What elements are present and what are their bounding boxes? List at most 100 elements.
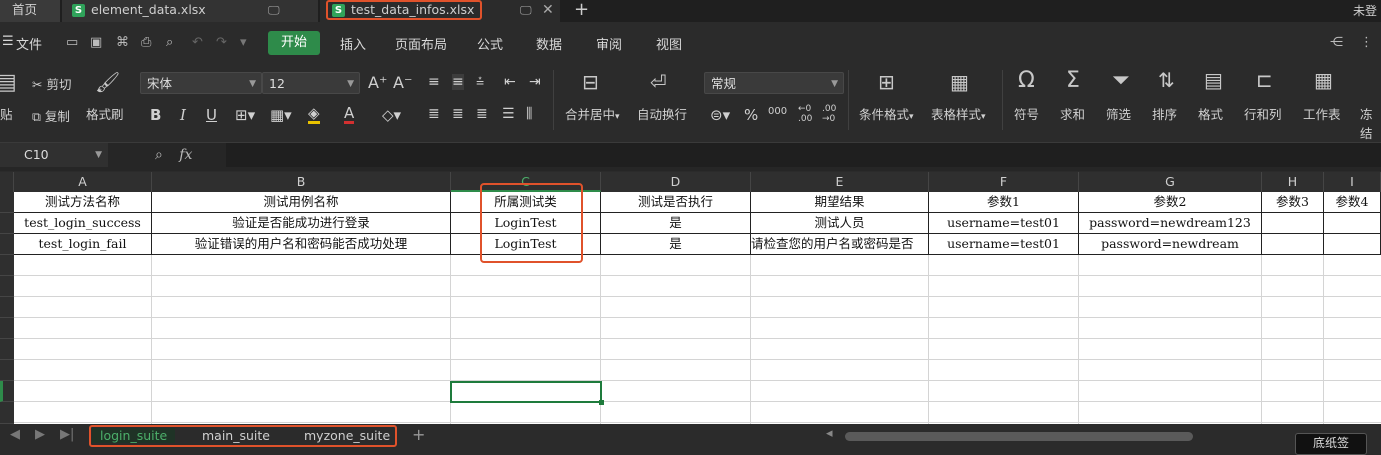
row-header-active[interactable] bbox=[0, 381, 14, 402]
align-top-icon[interactable]: ≡ bbox=[428, 74, 440, 90]
paste-button[interactable]: 贴 bbox=[0, 104, 13, 123]
increase-font-icon[interactable]: A⁺ bbox=[368, 73, 387, 92]
save-icon[interactable]: ▣ bbox=[90, 35, 102, 50]
cell-h3[interactable] bbox=[1262, 234, 1324, 255]
cell-f1[interactable]: 参数1 bbox=[929, 192, 1079, 213]
menu-formula[interactable]: 公式 bbox=[477, 34, 503, 53]
border-icon[interactable]: ⊞▾ bbox=[235, 106, 255, 124]
align-left-icon[interactable]: ≣ bbox=[428, 106, 440, 122]
symbol-button[interactable]: 符号 bbox=[1014, 104, 1039, 123]
row-header[interactable] bbox=[0, 297, 14, 318]
fill-color-icon[interactable]: ◈ bbox=[308, 106, 320, 124]
cell-a2[interactable]: test_login_success bbox=[14, 213, 152, 234]
cut-button[interactable]: ✂ 剪切 bbox=[32, 74, 71, 93]
brush-icon[interactable]: 🖌 bbox=[95, 70, 120, 94]
indent-decrease-icon[interactable]: ⇤ bbox=[504, 74, 516, 90]
distribute-icon[interactable]: ⫼ bbox=[526, 106, 532, 122]
print-icon[interactable]: ⎙ bbox=[141, 35, 151, 50]
font-size-select[interactable]: 12 ▼ bbox=[262, 72, 360, 94]
conditional-format-icon[interactable]: ⊞ bbox=[878, 70, 895, 94]
menu-page-layout[interactable]: 页面布局 bbox=[395, 34, 447, 53]
column-header-b[interactable]: B bbox=[152, 172, 451, 192]
cell-i1[interactable]: 参数4 bbox=[1324, 192, 1381, 213]
wrap-text-button[interactable]: 自动换行 bbox=[637, 104, 687, 123]
open-icon[interactable]: ▭ bbox=[66, 35, 78, 50]
hamburger-icon[interactable]: ☰ bbox=[2, 34, 14, 49]
row-header[interactable] bbox=[0, 360, 14, 381]
merge-center-button[interactable]: 合并居中▾ bbox=[565, 104, 620, 123]
row-header[interactable] bbox=[0, 402, 14, 424]
redo-icon[interactable]: ↷ bbox=[216, 35, 227, 50]
cell-g2[interactable]: password=newdream123 bbox=[1079, 213, 1262, 234]
underline-button[interactable]: U bbox=[206, 106, 217, 124]
increase-decimal-icon[interactable]: ←0.00 bbox=[798, 104, 812, 124]
share-link-icon[interactable]: ⌘ bbox=[116, 35, 129, 50]
cell-e3[interactable]: 请检查您的用户名或密码是否 bbox=[751, 234, 929, 255]
cell-i3[interactable] bbox=[1324, 234, 1381, 255]
dropdown-icon[interactable]: ▾ bbox=[240, 35, 247, 50]
tab-home[interactable]: 首页 bbox=[0, 0, 60, 22]
currency-icon[interactable]: ⊜▾ bbox=[710, 106, 730, 124]
font-name-select[interactable]: 宋体 ▼ bbox=[140, 72, 262, 94]
bottom-button[interactable]: 底纸签 bbox=[1295, 433, 1367, 455]
wrap-icon[interactable]: ⏎ bbox=[650, 70, 667, 94]
formula-input[interactable] bbox=[226, 143, 1381, 167]
tab-element-data[interactable]: Selement_data.xlsx 🖵 bbox=[62, 0, 318, 22]
row-header[interactable] bbox=[0, 255, 14, 276]
align-right-icon[interactable]: ≣ bbox=[476, 106, 488, 122]
format-button[interactable]: 格式 bbox=[1198, 104, 1223, 123]
monitor-icon[interactable]: 🖵 bbox=[520, 0, 532, 20]
cell-b2[interactable]: 验证是否能成功进行登录 bbox=[152, 213, 451, 234]
close-icon[interactable]: ✕ bbox=[542, 0, 554, 20]
first-sheet-icon[interactable]: ◀ bbox=[10, 427, 20, 442]
cell-e1[interactable]: 期望结果 bbox=[751, 192, 929, 213]
table-style-button[interactable]: 表格样式▾ bbox=[931, 104, 986, 123]
horizontal-scrollbar[interactable] bbox=[845, 432, 1193, 441]
decrease-font-icon[interactable]: A⁻ bbox=[393, 73, 412, 92]
share-icon[interactable]: ⋲ bbox=[1330, 35, 1343, 50]
justify-icon[interactable]: ☰ bbox=[502, 106, 515, 122]
sigma-icon[interactable]: Σ bbox=[1066, 68, 1080, 93]
align-center-icon[interactable]: ≣ bbox=[452, 106, 464, 122]
column-header-a[interactable]: A bbox=[14, 172, 152, 192]
cell-a1[interactable]: 测试方法名称 bbox=[14, 192, 152, 213]
format-painter-button[interactable]: 格式刷 bbox=[86, 104, 124, 123]
cell-f2[interactable]: username=test01 bbox=[929, 213, 1079, 234]
row-header[interactable] bbox=[0, 234, 14, 255]
cell-b3[interactable]: 验证错误的用户名和密码能否成功处理 bbox=[152, 234, 451, 255]
new-tab-icon[interactable]: + bbox=[574, 0, 589, 20]
cell-f3[interactable]: username=test01 bbox=[929, 234, 1079, 255]
cell-g1[interactable]: 参数2 bbox=[1079, 192, 1262, 213]
align-middle-icon[interactable]: ≡ bbox=[452, 74, 464, 90]
font-color-icon[interactable]: A bbox=[344, 106, 355, 124]
worksheet-button[interactable]: 工作表 bbox=[1303, 104, 1341, 123]
row-header[interactable] bbox=[0, 213, 14, 234]
table-style-icon[interactable]: ▦ bbox=[950, 70, 969, 94]
fill-handle[interactable] bbox=[599, 400, 604, 405]
preview-icon[interactable]: ⌕ bbox=[166, 35, 173, 50]
cell-h1[interactable]: 参数3 bbox=[1262, 192, 1324, 213]
name-box[interactable]: C10 ▼ bbox=[0, 143, 108, 167]
row-header[interactable] bbox=[0, 339, 14, 360]
thousands-button[interactable]: 000 bbox=[768, 106, 787, 117]
fx-button[interactable]: fx bbox=[179, 147, 192, 163]
zoom-icon[interactable]: ⌕ bbox=[155, 147, 163, 163]
menu-file[interactable]: 文件 bbox=[16, 34, 42, 53]
more-icon[interactable]: ⋮ bbox=[1360, 35, 1373, 50]
cell-e2[interactable]: 测试人员 bbox=[751, 213, 929, 234]
conditional-format-button[interactable]: 条件格式▾ bbox=[859, 104, 914, 123]
number-format-select[interactable]: 常规 ▼ bbox=[704, 72, 844, 94]
select-all-corner[interactable] bbox=[0, 172, 14, 192]
menu-insert[interactable]: 插入 bbox=[340, 34, 366, 53]
tab-test-data-infos[interactable]: Stest_data_infos.xlsx 🖵 ✕ bbox=[320, 0, 560, 22]
row-column-button[interactable]: 行和列 bbox=[1244, 104, 1282, 123]
cell-style-icon[interactable]: ▦▾ bbox=[270, 106, 292, 124]
column-header-i[interactable]: I bbox=[1324, 172, 1381, 192]
selected-cell[interactable] bbox=[450, 381, 602, 403]
italic-button[interactable]: I bbox=[180, 106, 186, 124]
cell-d2[interactable]: 是 bbox=[601, 213, 751, 234]
row-column-icon[interactable]: ⊏ bbox=[1256, 68, 1273, 92]
monitor-icon[interactable]: 🖵 bbox=[268, 0, 280, 20]
freeze-button[interactable]: 冻结 bbox=[1360, 104, 1381, 142]
sheet-tab-login-suite[interactable]: login_suite bbox=[92, 428, 176, 443]
